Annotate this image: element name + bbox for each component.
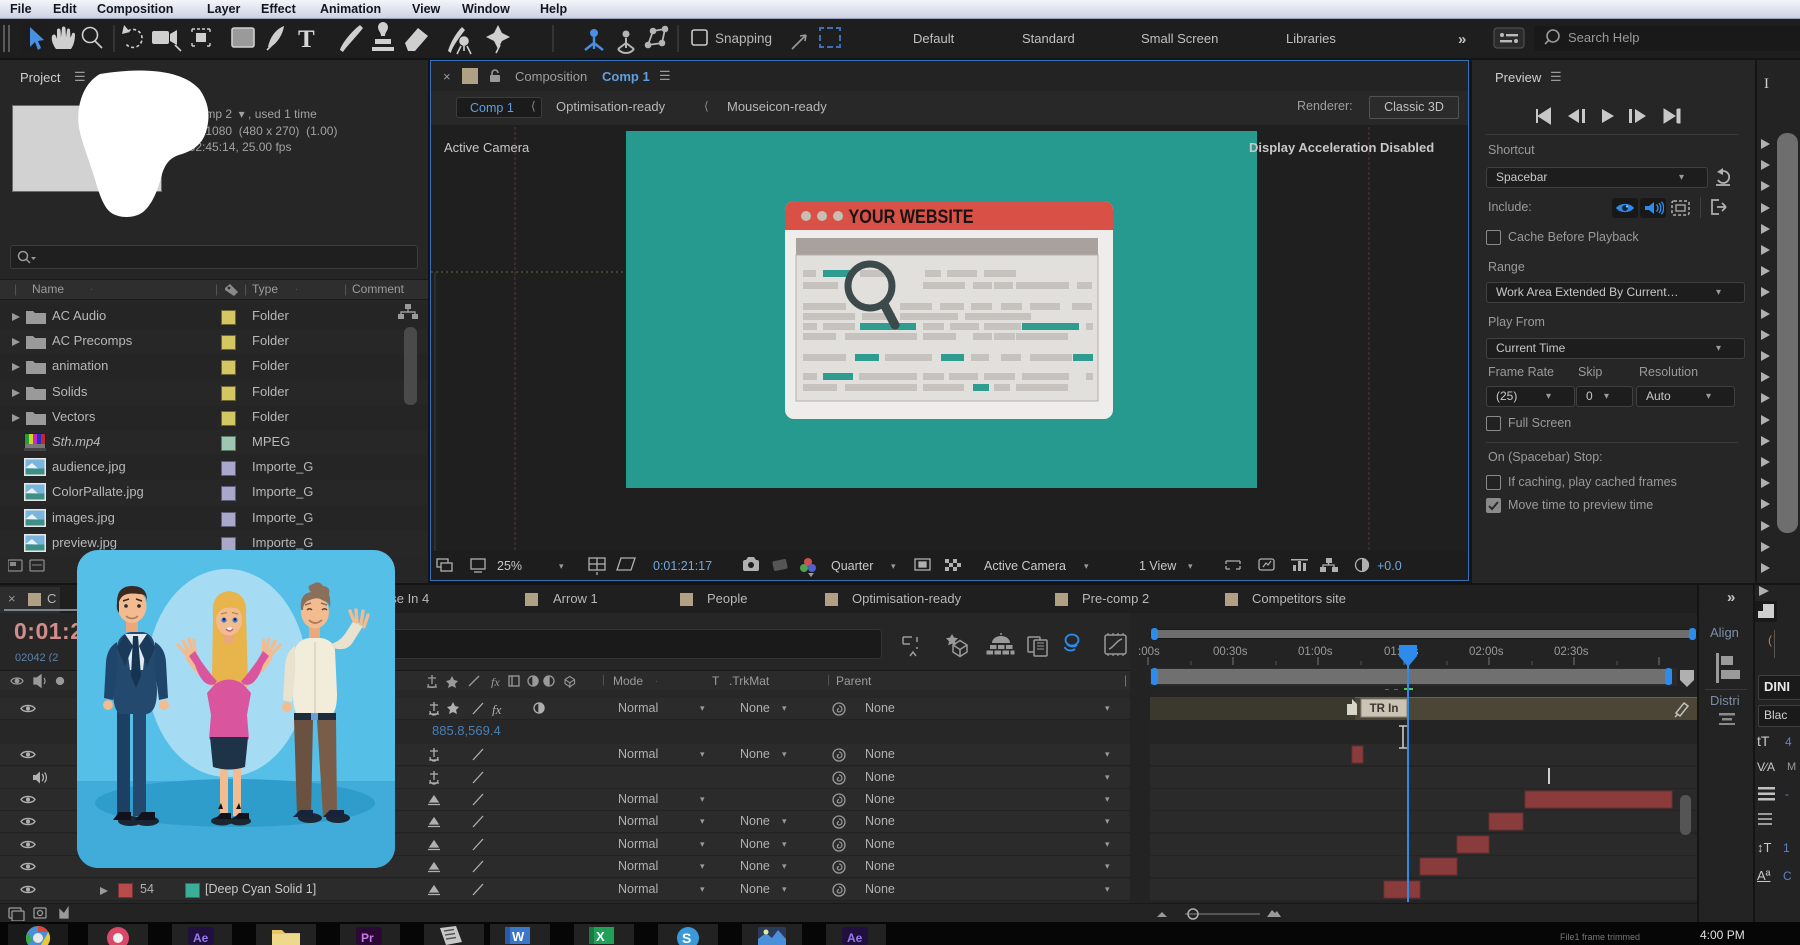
svg-text:fx: fx	[492, 702, 502, 716]
svg-text:YOUR WEBSITE: YOUR WEBSITE	[849, 207, 974, 228]
svg-text:02:30s: 02:30s	[1554, 646, 1589, 658]
svg-text:+0.0: +0.0	[1377, 559, 1402, 573]
svg-text:02:00s: 02:00s	[1469, 646, 1504, 658]
svg-text::00s: :00s	[1138, 646, 1160, 658]
svg-text:File1 frame trimmed: File1 frame trimmed	[1560, 932, 1640, 942]
svg-text:S: S	[682, 930, 691, 945]
svg-text:Pr: Pr	[361, 931, 374, 945]
svg-text:25%: 25%	[497, 559, 522, 573]
svg-text:▾: ▾	[1188, 561, 1193, 571]
svg-text:Search Help: Search Help	[1568, 30, 1640, 45]
svg-text:Libraries: Libraries	[1286, 31, 1336, 46]
svg-text:01:00s: 01:00s	[1298, 646, 1333, 658]
svg-text:Ae: Ae	[847, 931, 863, 945]
svg-text:Quarter: Quarter	[831, 559, 873, 573]
svg-text:fx: fx	[491, 675, 500, 688]
svg-text:00:30s: 00:30s	[1213, 646, 1248, 658]
svg-text:Active Camera: Active Camera	[984, 559, 1066, 573]
svg-text:Snapping: Snapping	[715, 31, 772, 46]
svg-text:T: T	[298, 26, 315, 53]
svg-text:X: X	[596, 929, 605, 944]
svg-text:▾: ▾	[891, 561, 896, 571]
svg-text:4:00 PM: 4:00 PM	[1700, 928, 1745, 942]
svg-text:Standard: Standard	[1022, 31, 1075, 46]
svg-text:TR In: TR In	[1370, 703, 1399, 715]
svg-text:W: W	[512, 929, 525, 944]
svg-text:0:01:21:17: 0:01:21:17	[653, 559, 712, 573]
svg-text:1 View: 1 View	[1139, 559, 1177, 573]
svg-text:Small Screen: Small Screen	[1141, 31, 1218, 46]
svg-text:»: »	[1458, 31, 1466, 48]
svg-text:▾: ▾	[1084, 561, 1089, 571]
svg-text:▾: ▾	[559, 561, 564, 571]
svg-text:Ae: Ae	[193, 931, 209, 945]
svg-text:Default: Default	[913, 31, 955, 46]
